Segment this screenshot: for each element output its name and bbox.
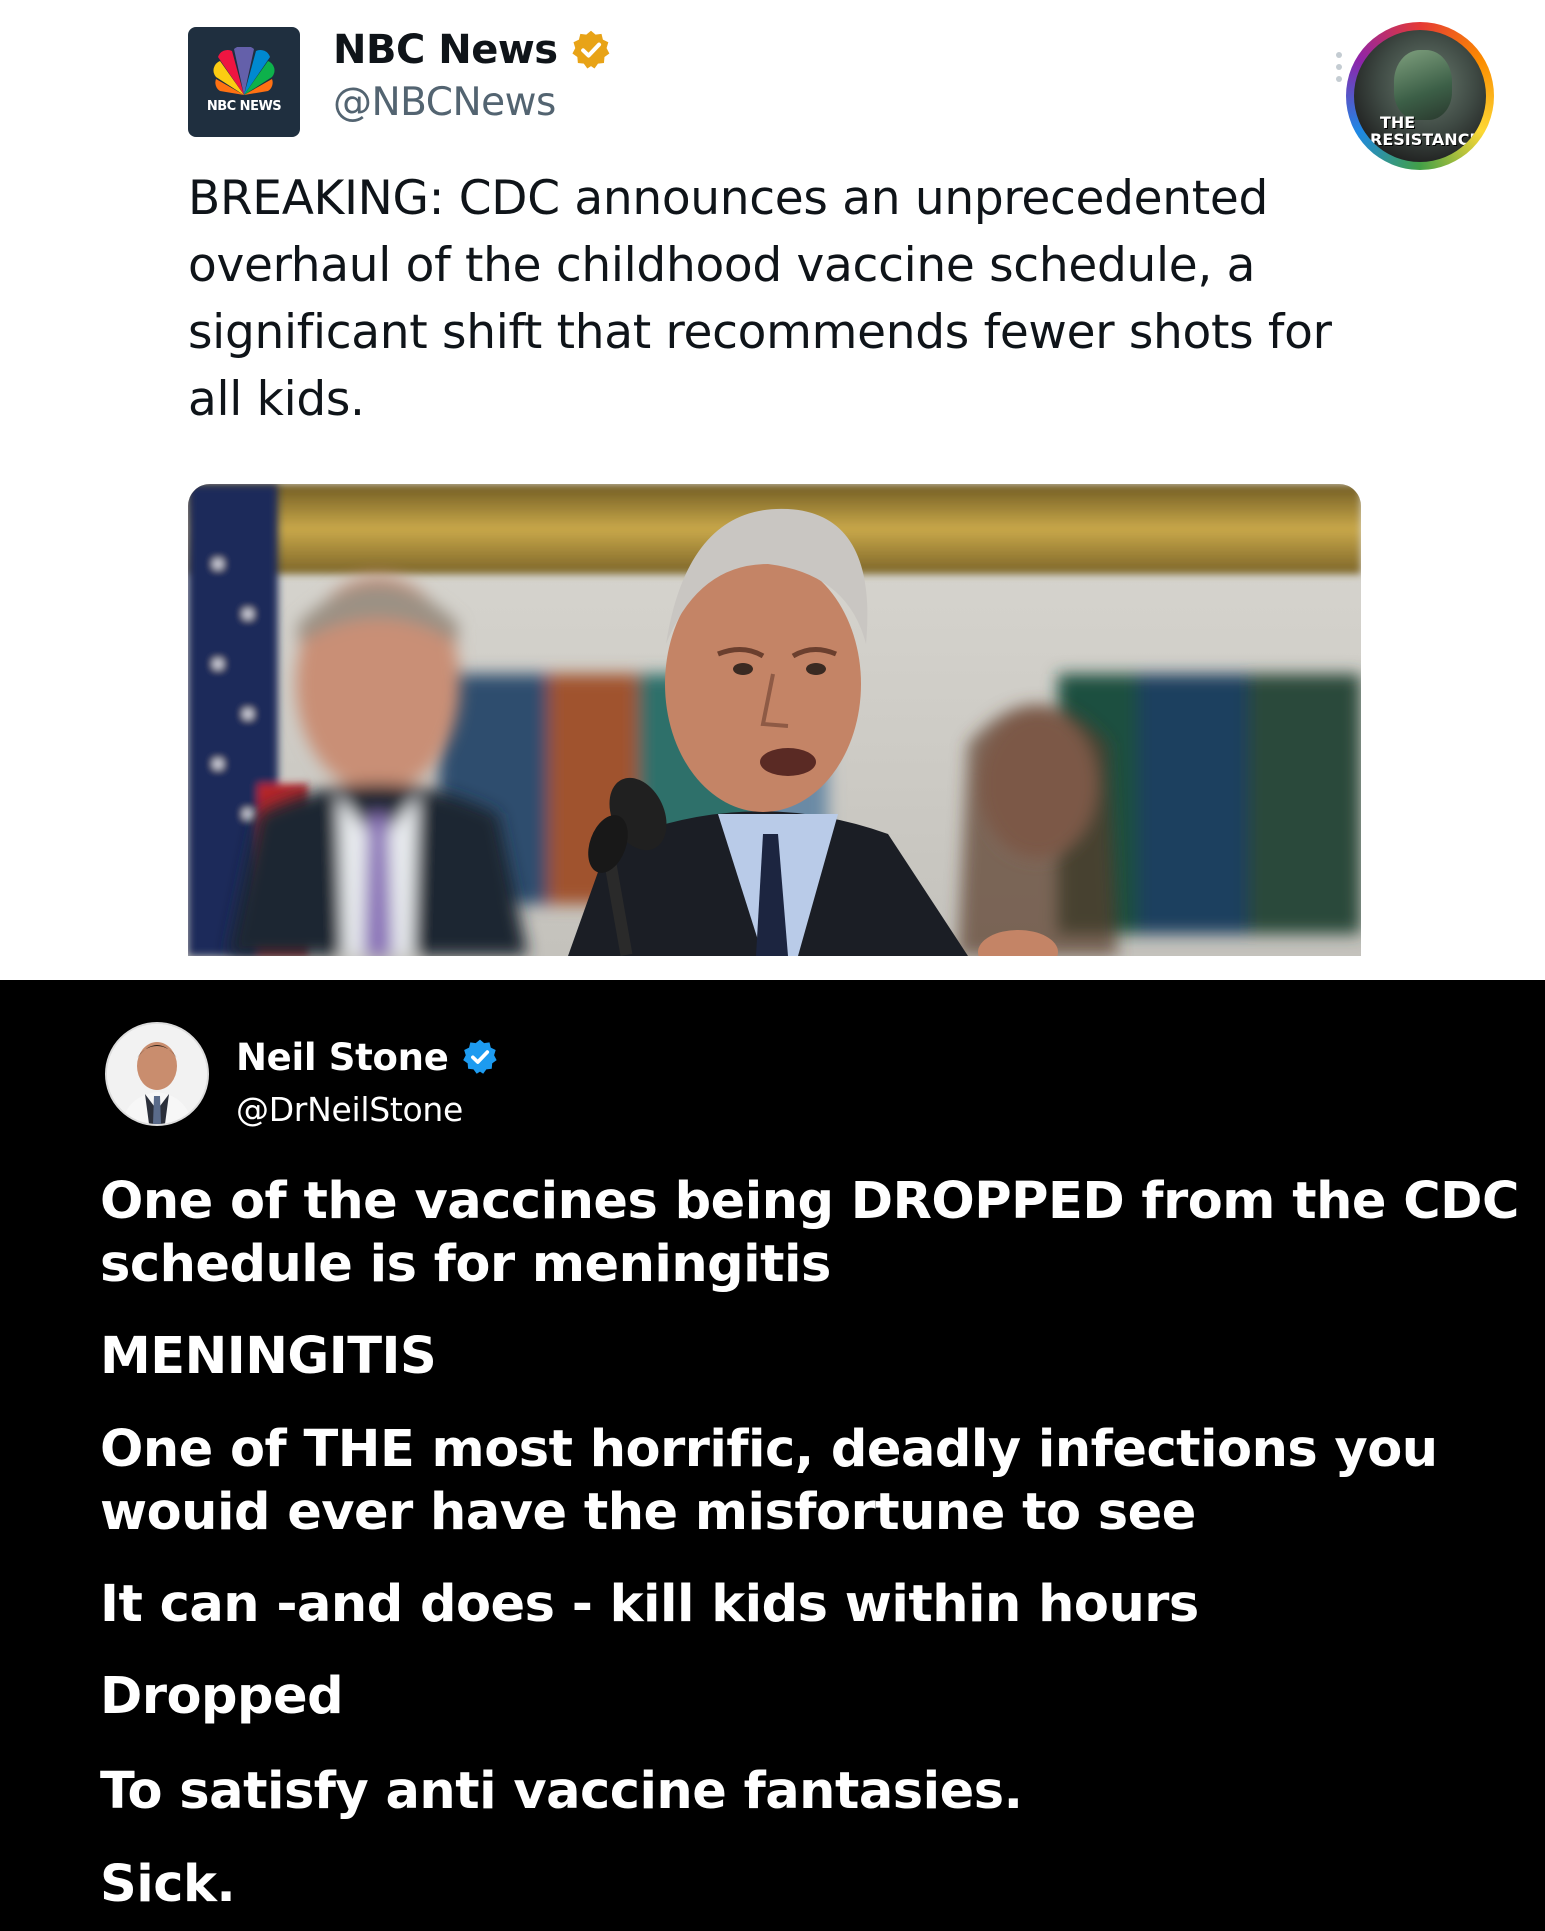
reply-line-7: Sick. <box>100 1855 236 1914</box>
nbc-tweet-text: BREAKING: CDC announces an unprecedented… <box>188 171 1332 427</box>
neil-stone-avatar[interactable] <box>105 1022 209 1126</box>
blue-verified-badge-icon <box>462 1039 497 1074</box>
reply-line-6: To satisfy anti vaccine fantasies. <box>100 1762 1023 1821</box>
neil-name-row[interactable]: Neil Stone <box>236 1032 499 1082</box>
nbc-peacock-icon <box>213 47 275 95</box>
neil-display-name[interactable]: Neil Stone <box>236 1036 449 1079</box>
more-options-icon[interactable] <box>1334 52 1344 92</box>
gold-verified-badge-icon <box>572 30 609 69</box>
tweet-photo-press-conference[interactable] <box>188 484 1361 956</box>
nbc-avatar-label: NBC NEWS <box>206 99 282 114</box>
nbc-news-avatar[interactable]: NBC NEWS <box>188 27 300 137</box>
reply-line-5: Dropped <box>100 1667 344 1726</box>
press-conference-photo-image <box>188 484 1361 956</box>
statue-of-liberty-icon: THE RESISTANCE <box>1354 30 1486 162</box>
the-resistance-watermark-logo: THE RESISTANCE <box>1346 22 1494 170</box>
reply-line-3: One of THE most horrific, deadly infecti… <box>100 1420 1438 1542</box>
nbc-display-name[interactable]: NBC News <box>333 27 558 73</box>
neil-handle[interactable]: @DrNeilStone <box>236 1090 463 1129</box>
reply-line-1: One of the vaccines being DROPPED from t… <box>100 1172 1519 1294</box>
reply-line-4: It can -and does - kill kids within hour… <box>100 1575 1199 1634</box>
watermark-line-2: RESISTANCE <box>1370 130 1481 149</box>
nbc-tweet-card[interactable]: NBC NEWS NBC News @NBCNews THE RESISTANC… <box>0 0 1545 980</box>
neil-stone-profile-photo <box>107 1024 207 1124</box>
nbc-name-row[interactable]: NBC News <box>333 24 612 76</box>
watermark-line-1: THE <box>1380 113 1416 132</box>
reply-tweet-card[interactable]: Neil Stone @DrNeilStone One of the vacci… <box>0 980 1545 1931</box>
reply-line-2: MENINGITIS <box>100 1327 437 1386</box>
nbc-handle[interactable]: @NBCNews <box>333 80 556 125</box>
